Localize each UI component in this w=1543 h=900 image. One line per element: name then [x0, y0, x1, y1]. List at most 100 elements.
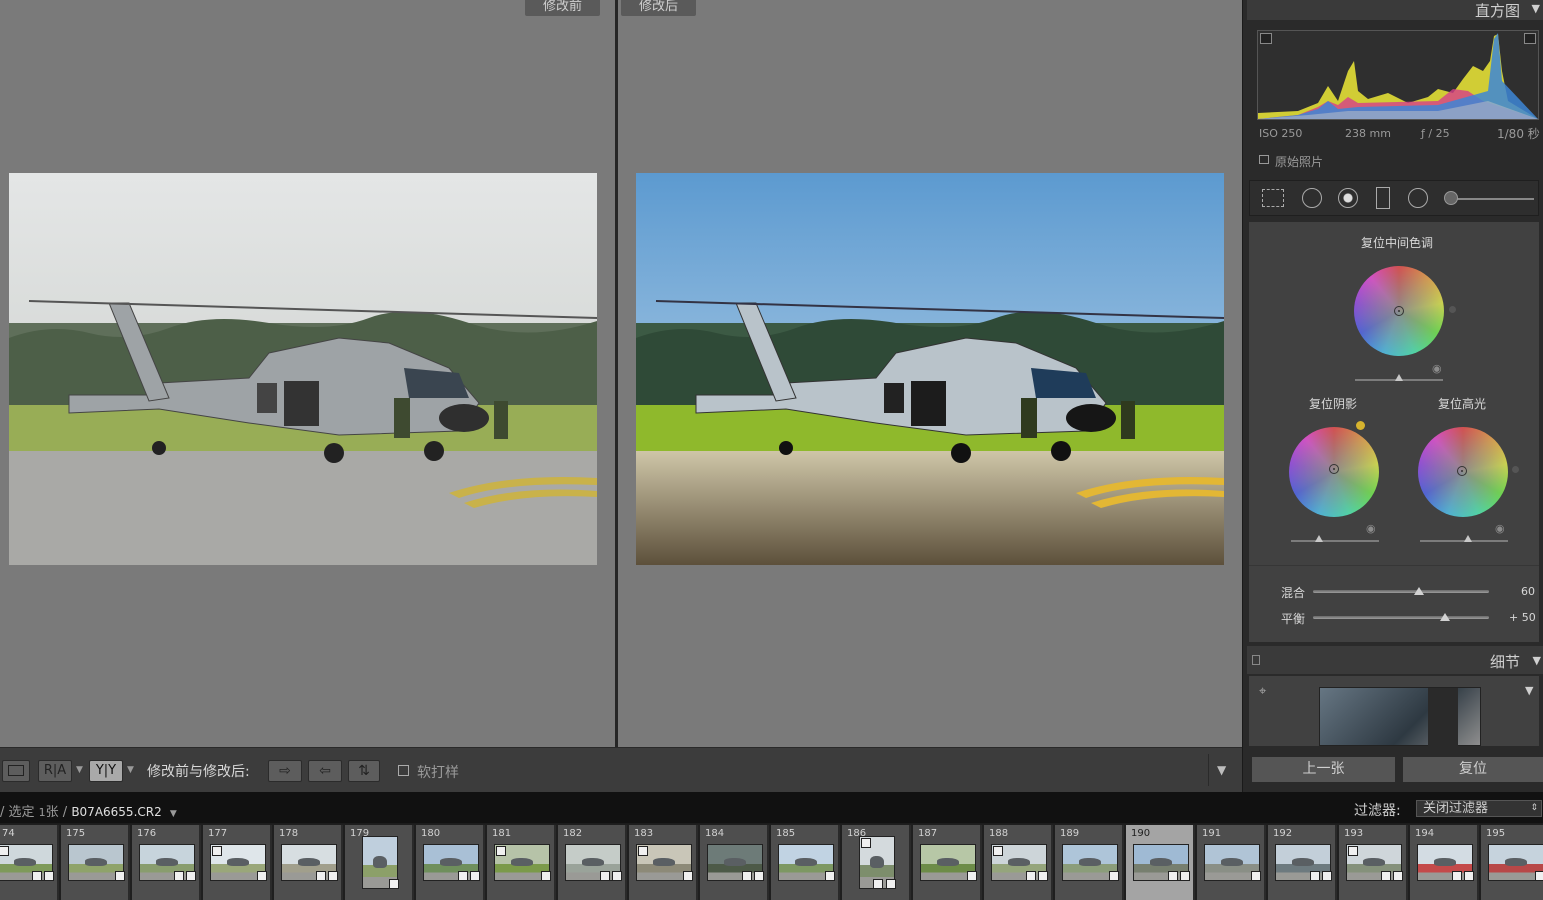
- lightroom-window: 修改前 修改后 R|A ▼ Y|Y ▼ 修改前与修改后: ⇨ ⇦ ⇅ 软打样 ▼…: [0, 0, 1543, 900]
- after-photo[interactable]: [636, 173, 1224, 565]
- balance-value[interactable]: + 50: [1509, 611, 1536, 624]
- edited-badge-icon: [1535, 871, 1543, 881]
- thumbnail-subject: [1292, 858, 1314, 866]
- midtones-reset-label[interactable]: 复位中间色调: [1361, 234, 1433, 251]
- filmstrip-cell[interactable]: 176: [132, 825, 201, 900]
- shadows-wheel[interactable]: [1289, 427, 1379, 517]
- selection-path[interactable]: / 选定 1张 / B07A6655.CR2 ▼: [0, 801, 177, 820]
- filmstrip-cell[interactable]: 185: [771, 825, 840, 900]
- crop-tool-icon[interactable]: [1262, 189, 1284, 207]
- blend-slider[interactable]: [1313, 590, 1489, 593]
- soft-proof-checkbox[interactable]: [398, 765, 409, 776]
- ra-dropdown-icon[interactable]: ▼: [76, 765, 83, 775]
- edited-badge-icon: [754, 871, 764, 881]
- filmstrip-cell[interactable]: 187: [913, 825, 982, 900]
- thumbnail-subject: [440, 858, 462, 866]
- filmstrip-cell[interactable]: 193: [1339, 825, 1408, 900]
- yy-view-button[interactable]: Y|Y: [89, 760, 123, 782]
- thumbnail-subject: [1008, 858, 1030, 866]
- filmstrip-cell[interactable]: 179: [345, 825, 414, 900]
- thumbnail-subject: [511, 858, 533, 866]
- filmstrip-frame-number: 189: [1060, 828, 1080, 839]
- thumbnail-subject: [1505, 858, 1527, 866]
- original-photo-checkbox[interactable]: [1259, 155, 1269, 164]
- copy-before-to-after-button[interactable]: ⇨: [268, 760, 302, 782]
- filmstrip-cell[interactable]: 180: [416, 825, 485, 900]
- collection-badge-icon: [873, 879, 883, 889]
- highlight-clipping-toggle[interactable]: [1524, 33, 1536, 44]
- arrow-right-icon: ⇨: [279, 763, 291, 779]
- red-eye-icon[interactable]: [1338, 188, 1358, 208]
- detail-preview[interactable]: [1319, 687, 1481, 747]
- midtones-eye-icon[interactable]: ◉: [1432, 362, 1442, 375]
- detail-toggle-switch[interactable]: [1252, 655, 1260, 665]
- current-filename[interactable]: B07A6655.CR2: [71, 805, 161, 819]
- preview-toggle-icon[interactable]: ▼: [1525, 684, 1533, 697]
- collection-badge-icon: [174, 871, 184, 881]
- shadows-handle[interactable]: [1329, 464, 1339, 474]
- collection-badge-icon: [742, 871, 752, 881]
- filmstrip-cell[interactable]: 192: [1268, 825, 1337, 900]
- midtones-luminance-thumb[interactable]: [1395, 374, 1403, 381]
- target-icon[interactable]: ⌖: [1259, 684, 1266, 699]
- shadows-luminance-thumb[interactable]: [1315, 535, 1323, 542]
- previous-button[interactable]: 上一张: [1251, 756, 1396, 783]
- swap-button[interactable]: ⇅: [348, 760, 380, 782]
- filmstrip-cell[interactable]: 184: [700, 825, 769, 900]
- midtones-wheel[interactable]: [1354, 266, 1444, 356]
- before-photo[interactable]: [9, 173, 597, 565]
- shadows-reset-label[interactable]: 复位阴影: [1309, 395, 1357, 412]
- blend-label: 混合: [1281, 586, 1306, 600]
- filmstrip-cell[interactable]: 74: [0, 825, 59, 900]
- filmstrip-cell[interactable]: 191: [1197, 825, 1266, 900]
- detail-header[interactable]: 细节 ▼: [1247, 646, 1543, 674]
- histogram-header[interactable]: 直方图 ▼: [1247, 0, 1543, 20]
- histogram-chart[interactable]: [1257, 30, 1539, 120]
- blend-value[interactable]: 60: [1521, 585, 1535, 598]
- filmstrip-cell[interactable]: 195: [1481, 825, 1543, 900]
- filter-select[interactable]: 关闭过滤器 ⇕: [1416, 800, 1542, 817]
- blend-thumb[interactable]: [1413, 587, 1424, 595]
- midtones-hue-indicator: [1449, 306, 1456, 313]
- shadow-clipping-toggle[interactable]: [1260, 33, 1272, 44]
- filmstrip-cell[interactable]: 182: [558, 825, 627, 900]
- filmstrip-cell[interactable]: 188: [984, 825, 1053, 900]
- thumbnail-subject: [227, 858, 249, 866]
- highlights-handle[interactable]: [1457, 466, 1467, 476]
- edited-badge-icon: [1180, 871, 1190, 881]
- balance-slider[interactable]: [1313, 616, 1489, 619]
- highlights-eye-icon[interactable]: ◉: [1495, 522, 1505, 535]
- graduated-filter-icon[interactable]: [1376, 187, 1390, 209]
- filmstrip-cell[interactable]: 181: [487, 825, 556, 900]
- copy-after-to-before-button[interactable]: ⇦: [308, 760, 342, 782]
- edited-badge-icon: [825, 871, 835, 881]
- thumbnail-subject: [373, 856, 387, 868]
- filmstrip-cell[interactable]: 175: [61, 825, 130, 900]
- shadows-luminance-slider[interactable]: [1291, 540, 1379, 542]
- highlights-reset-label[interactable]: 复位高光: [1438, 395, 1486, 412]
- yy-dropdown-icon[interactable]: ▼: [127, 765, 134, 775]
- filmstrip-cell[interactable]: 178: [274, 825, 343, 900]
- midtones-handle[interactable]: [1394, 306, 1404, 316]
- filmstrip-cell[interactable]: 189: [1055, 825, 1124, 900]
- filmstrip-cell[interactable]: 177: [203, 825, 272, 900]
- collapse-icon: ▼: [1531, 2, 1540, 15]
- ra-view-button[interactable]: R|A: [38, 760, 72, 782]
- radial-filter-icon[interactable]: [1408, 188, 1428, 208]
- highlights-wheel[interactable]: [1418, 427, 1508, 517]
- shadows-eye-icon[interactable]: ◉: [1366, 522, 1376, 535]
- filmstrip-cell[interactable]: 186: [842, 825, 911, 900]
- balance-thumb[interactable]: [1440, 613, 1450, 621]
- adjustment-brush-icon[interactable]: [1444, 191, 1458, 205]
- edited-badge-icon: [257, 871, 267, 881]
- highlights-luminance-thumb[interactable]: [1464, 535, 1472, 542]
- brush-size-slider[interactable]: [1446, 198, 1534, 200]
- filmstrip-cell[interactable]: 190: [1126, 825, 1195, 900]
- loupe-view-button[interactable]: [2, 760, 30, 782]
- filename-dropdown-icon[interactable]: ▼: [170, 809, 177, 819]
- spot-removal-icon[interactable]: [1302, 188, 1322, 208]
- filmstrip-cell[interactable]: 183: [629, 825, 698, 900]
- filmstrip-cell[interactable]: 194: [1410, 825, 1479, 900]
- toolbar-menu-icon[interactable]: ▼: [1217, 763, 1226, 777]
- reset-button[interactable]: 复位: [1402, 756, 1543, 783]
